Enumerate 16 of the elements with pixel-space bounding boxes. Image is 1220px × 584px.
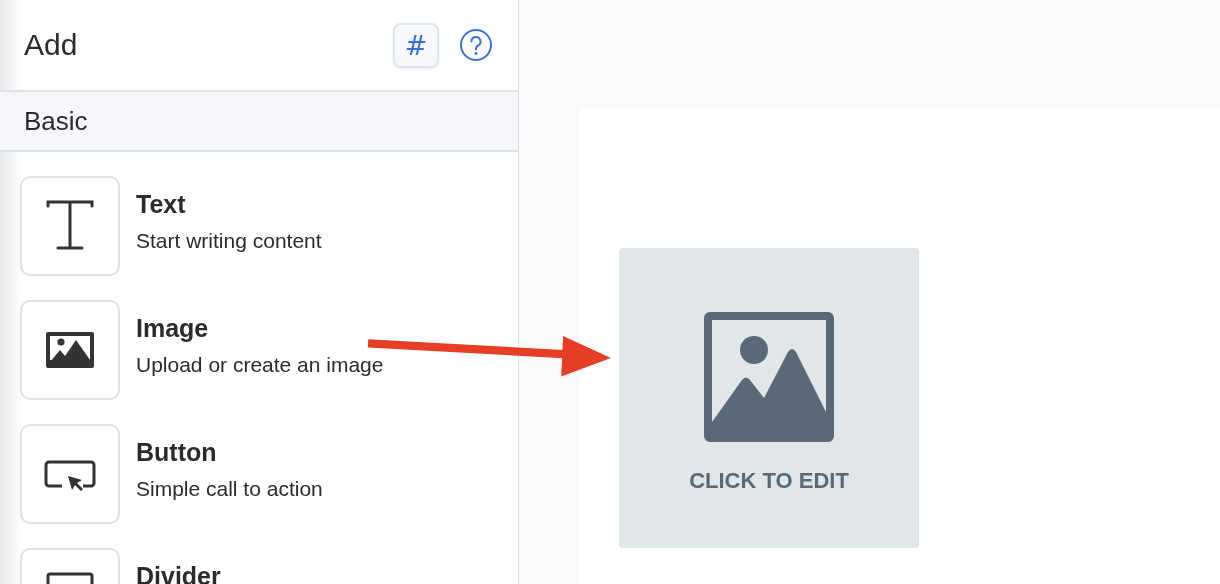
- help-icon[interactable]: [459, 28, 493, 62]
- hashtag-button[interactable]: #: [393, 22, 439, 68]
- element-tile[interactable]: [20, 300, 120, 400]
- element-description: Simple call to action: [136, 477, 323, 501]
- image-icon: [704, 312, 834, 442]
- element-description: Start writing content: [136, 229, 322, 253]
- element-title: Button: [136, 438, 218, 467]
- element-title: Image: [136, 314, 210, 343]
- element-tile[interactable]: [20, 176, 120, 276]
- element-tile[interactable]: [20, 424, 120, 524]
- element-title: Text: [136, 190, 187, 219]
- placeholder-label: CLICK TO EDIT: [689, 468, 849, 494]
- image-placeholder[interactable]: CLICK TO EDIT: [619, 248, 919, 548]
- section-header: Basic: [0, 92, 518, 152]
- element-description: Upload or create an image: [136, 353, 384, 377]
- panel-title: Add: [24, 28, 79, 62]
